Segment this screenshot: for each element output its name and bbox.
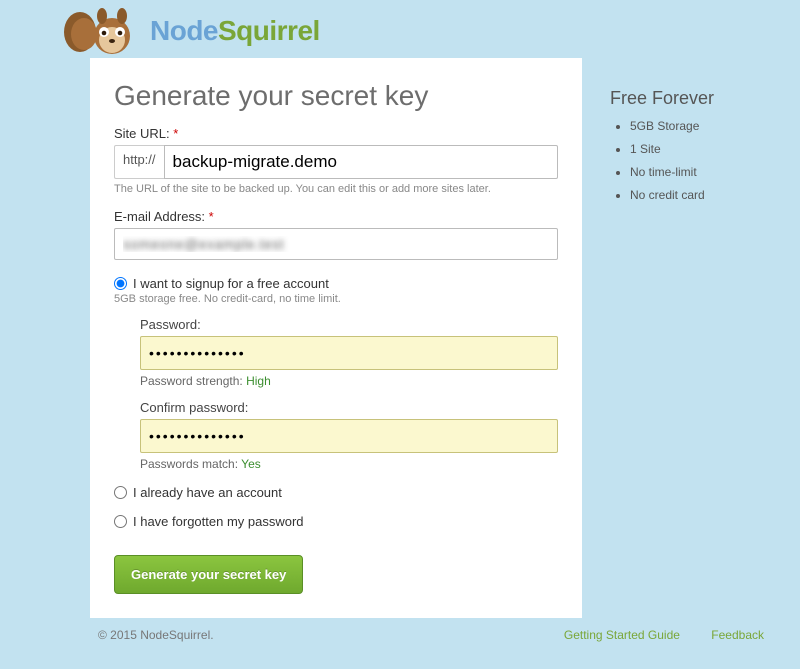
getting-started-link[interactable]: Getting Started Guide: [564, 628, 680, 642]
sidebar-item: No credit card: [630, 188, 780, 202]
password-match: Passwords match: Yes: [140, 457, 558, 471]
password-strength: Password strength: High: [140, 374, 558, 388]
sidebar-item: 1 Site: [630, 142, 780, 156]
email-label: E-mail Address: *: [114, 209, 558, 224]
sidebar-list: 5GB Storage 1 Site No time-limit No cred…: [610, 119, 780, 202]
feedback-link[interactable]: Feedback: [711, 628, 764, 642]
confirm-password-input[interactable]: [140, 419, 558, 453]
site-url-input[interactable]: [164, 145, 558, 179]
sidebar-item: No time-limit: [630, 165, 780, 179]
password-input[interactable]: [140, 336, 558, 370]
email-field[interactable]: [114, 228, 558, 260]
site-url-label: Site URL: *: [114, 126, 558, 141]
brand-text: NodeSquirrel: [150, 15, 320, 47]
confirm-password-label: Confirm password:: [140, 400, 558, 415]
url-prefix: http://: [114, 145, 164, 179]
copyright: © 2015 NodeSquirrel.: [98, 628, 214, 642]
signup-radio[interactable]: [114, 277, 127, 290]
generate-key-button[interactable]: Generate your secret key: [114, 555, 303, 594]
site-url-field: Site URL: * http:// The URL of the site …: [114, 126, 558, 195]
password-label: Password:: [140, 317, 558, 332]
signup-subtext: 5GB storage free. No credit-card, no tim…: [114, 293, 558, 305]
have-account-label[interactable]: I already have an account: [133, 485, 282, 500]
squirrel-icon: [62, 6, 144, 56]
sidebar-item: 5GB Storage: [630, 119, 780, 133]
sidebar: Free Forever 5GB Storage 1 Site No time-…: [610, 58, 780, 211]
forgot-password-radio[interactable]: [114, 515, 127, 528]
signup-radio-label[interactable]: I want to signup for a free account: [133, 276, 329, 291]
page-title: Generate your secret key: [114, 80, 558, 112]
have-account-radio[interactable]: [114, 486, 127, 499]
site-url-help: The URL of the site to be backed up. You…: [114, 183, 558, 195]
form-card: Generate your secret key Site URL: * htt…: [90, 58, 582, 618]
password-block: Password: Password strength: High Confir…: [140, 317, 558, 471]
email-field-wrap: E-mail Address: *: [114, 209, 558, 260]
brand-logo: NodeSquirrel: [62, 6, 320, 56]
footer: © 2015 NodeSquirrel. Getting Started Gui…: [0, 618, 800, 642]
sidebar-title: Free Forever: [610, 88, 780, 109]
forgot-password-label[interactable]: I have forgotten my password: [133, 514, 304, 529]
